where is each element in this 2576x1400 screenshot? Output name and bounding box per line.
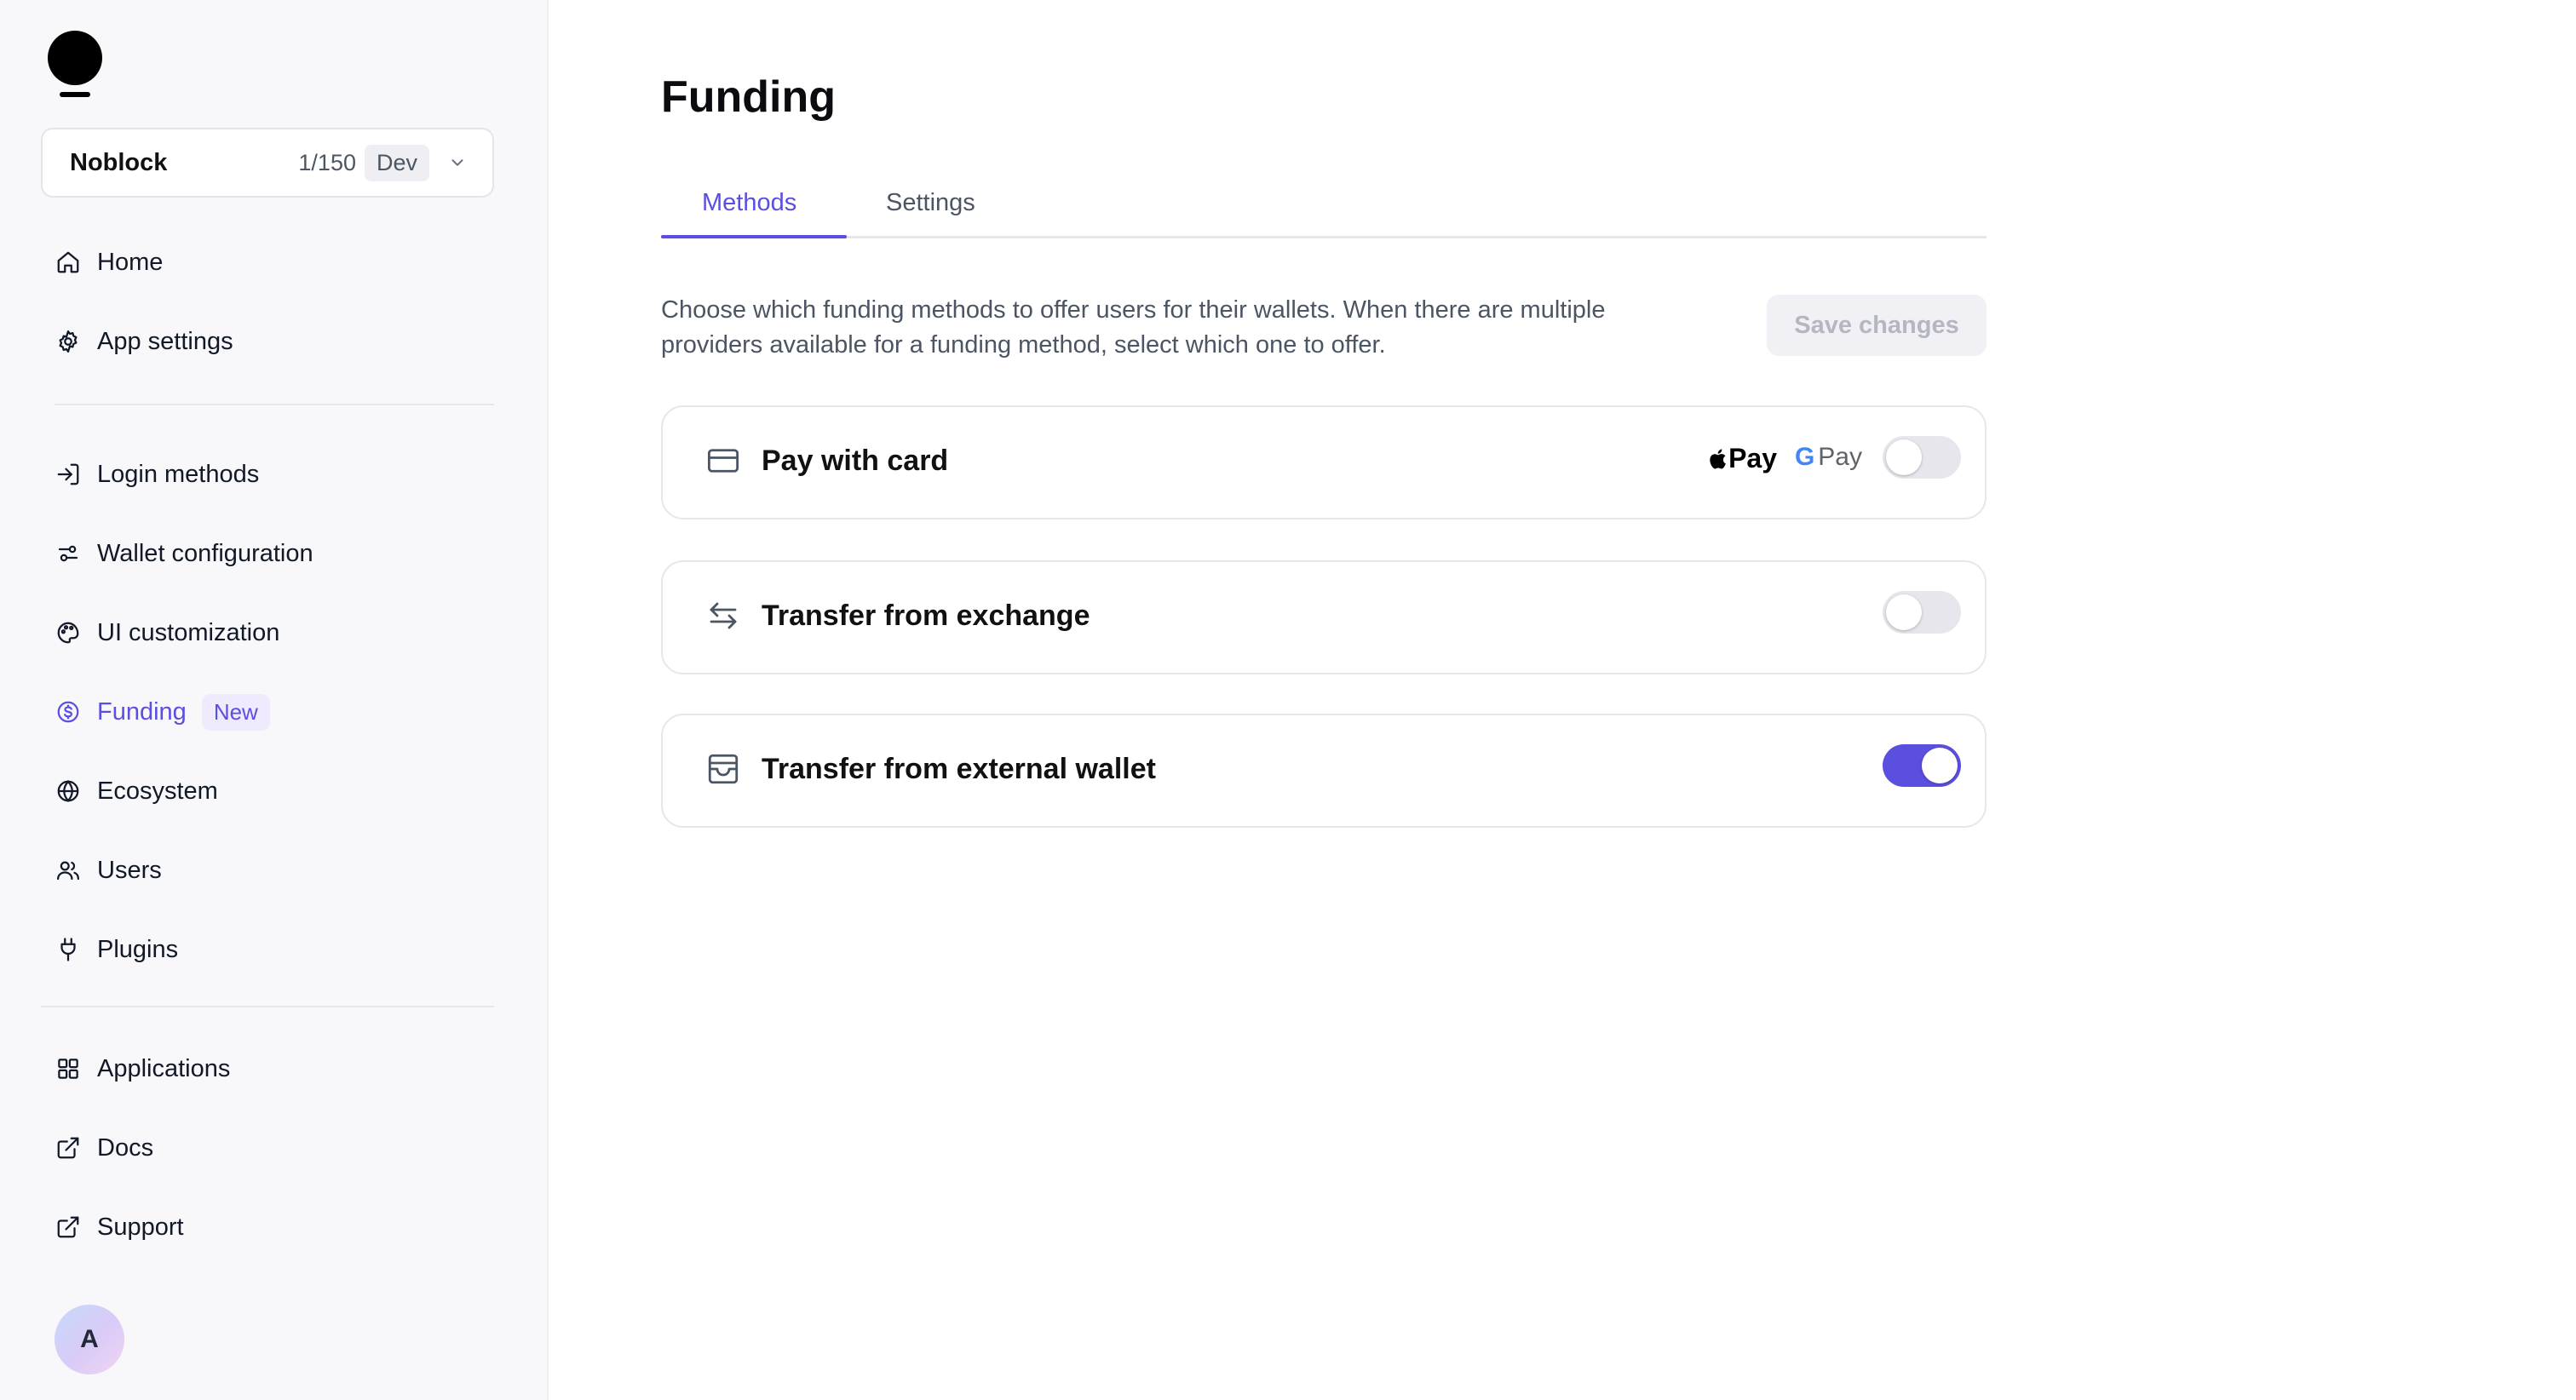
funding-method-card-transfer-from-external-wallet: Transfer from external wallet <box>661 714 1987 828</box>
env-badge: Dev <box>364 144 429 181</box>
funding-description: Choose which funding methods to offer us… <box>661 296 1606 359</box>
wallet-icon <box>705 751 741 787</box>
toggle-knob <box>1922 748 1958 783</box>
active-tab-indicator <box>661 235 847 238</box>
sidebar-item-label: Login methods <box>97 460 260 488</box>
method-title: Transfer from exchange <box>762 600 1090 632</box>
funding-method-card-transfer-from-exchange: Transfer from exchange <box>661 560 1987 674</box>
credit-card-icon <box>705 443 741 479</box>
app-count: 1/150 <box>298 149 356 175</box>
toggle-knob <box>1886 594 1922 630</box>
apple-icon <box>1710 448 1726 468</box>
sidebar-item-label: Ecosystem <box>97 777 218 805</box>
palette-icon <box>55 619 82 646</box>
tab-bar: Methods Settings <box>661 175 1987 238</box>
apple-pay-logo: Pay <box>1708 443 1777 474</box>
sidebar-item-label: Home <box>97 248 164 276</box>
logo-circle <box>48 31 102 85</box>
sidebar-item-label: Support <box>97 1213 184 1241</box>
apple-pay-label: Pay <box>1728 443 1777 473</box>
sidebar-item-wallet-configuration[interactable]: Wallet configuration <box>55 532 313 575</box>
sidebar-divider <box>55 404 494 405</box>
sidebar-item-label: UI customization <box>97 618 280 646</box>
page-title: Funding <box>661 72 837 122</box>
gear-icon <box>55 328 82 355</box>
save-changes-button[interactable]: Save changes <box>1767 295 1987 356</box>
login-icon <box>55 461 82 488</box>
chevron-down-icon <box>451 159 463 166</box>
sidebar-item-label: Applications <box>97 1054 231 1082</box>
google-pay-label: Pay <box>1818 443 1862 471</box>
logo-base <box>60 92 90 97</box>
google-g-icon: G <box>1794 443 1815 471</box>
tab-settings[interactable]: Settings <box>886 189 975 217</box>
sidebar: Noblock 1/150 Dev Home App settings Logi… <box>0 0 549 1400</box>
transfer-from-external-wallet-toggle[interactable] <box>1883 744 1961 787</box>
external-link-icon <box>55 1134 82 1162</box>
app-name: Noblock <box>70 148 168 176</box>
toggle-knob <box>1886 439 1922 475</box>
sidebar-item-support[interactable]: Support <box>55 1206 184 1248</box>
sidebar-item-home[interactable]: Home <box>55 241 163 284</box>
sidebar-item-app-settings[interactable]: App settings <box>55 320 233 363</box>
sidebar-item-docs[interactable]: Docs <box>55 1127 153 1169</box>
dollar-circle-icon <box>55 698 82 726</box>
grid-icon <box>55 1055 82 1082</box>
external-link-icon <box>55 1214 82 1241</box>
sidebar-item-ui-customization[interactable]: UI customization <box>55 611 279 654</box>
pay-with-card-toggle[interactable] <box>1883 436 1961 479</box>
funding-method-card-pay-with-card: Pay with card Pay G Pay <box>661 405 1987 519</box>
sidebar-item-applications[interactable]: Applications <box>55 1047 230 1090</box>
sidebar-item-ecosystem[interactable]: Ecosystem <box>55 770 218 812</box>
google-pay-logo: G Pay <box>1795 443 1862 472</box>
sliders-icon <box>55 540 82 567</box>
transfer-from-exchange-toggle[interactable] <box>1883 591 1961 634</box>
plug-icon <box>55 936 82 963</box>
home-icon <box>55 249 82 276</box>
avatar[interactable]: A <box>55 1305 124 1374</box>
sidebar-item-users[interactable]: Users <box>55 849 162 892</box>
globe-icon <box>55 777 82 805</box>
sidebar-item-label: Users <box>97 856 162 884</box>
users-icon <box>55 857 82 884</box>
sidebar-item-label: Wallet configuration <box>97 539 313 567</box>
arrows-exchange-icon <box>705 598 741 634</box>
sidebar-item-label: Docs <box>97 1133 154 1162</box>
sidebar-item-label: Plugins <box>97 935 179 963</box>
sidebar-item-plugins[interactable]: Plugins <box>55 928 178 971</box>
app-logo[interactable] <box>48 31 102 102</box>
sidebar-divider <box>41 1006 494 1007</box>
new-badge: New <box>201 693 270 731</box>
tab-methods[interactable]: Methods <box>702 189 796 217</box>
sidebar-item-label: Funding <box>97 697 187 726</box>
sidebar-item-label: App settings <box>97 327 233 355</box>
app-selector[interactable]: Noblock 1/150 Dev <box>41 128 494 198</box>
sidebar-item-login-methods[interactable]: Login methods <box>55 453 259 496</box>
sidebar-item-funding[interactable]: Funding New <box>55 691 270 733</box>
method-title: Transfer from external wallet <box>762 753 1156 785</box>
method-title: Pay with card <box>762 445 949 477</box>
